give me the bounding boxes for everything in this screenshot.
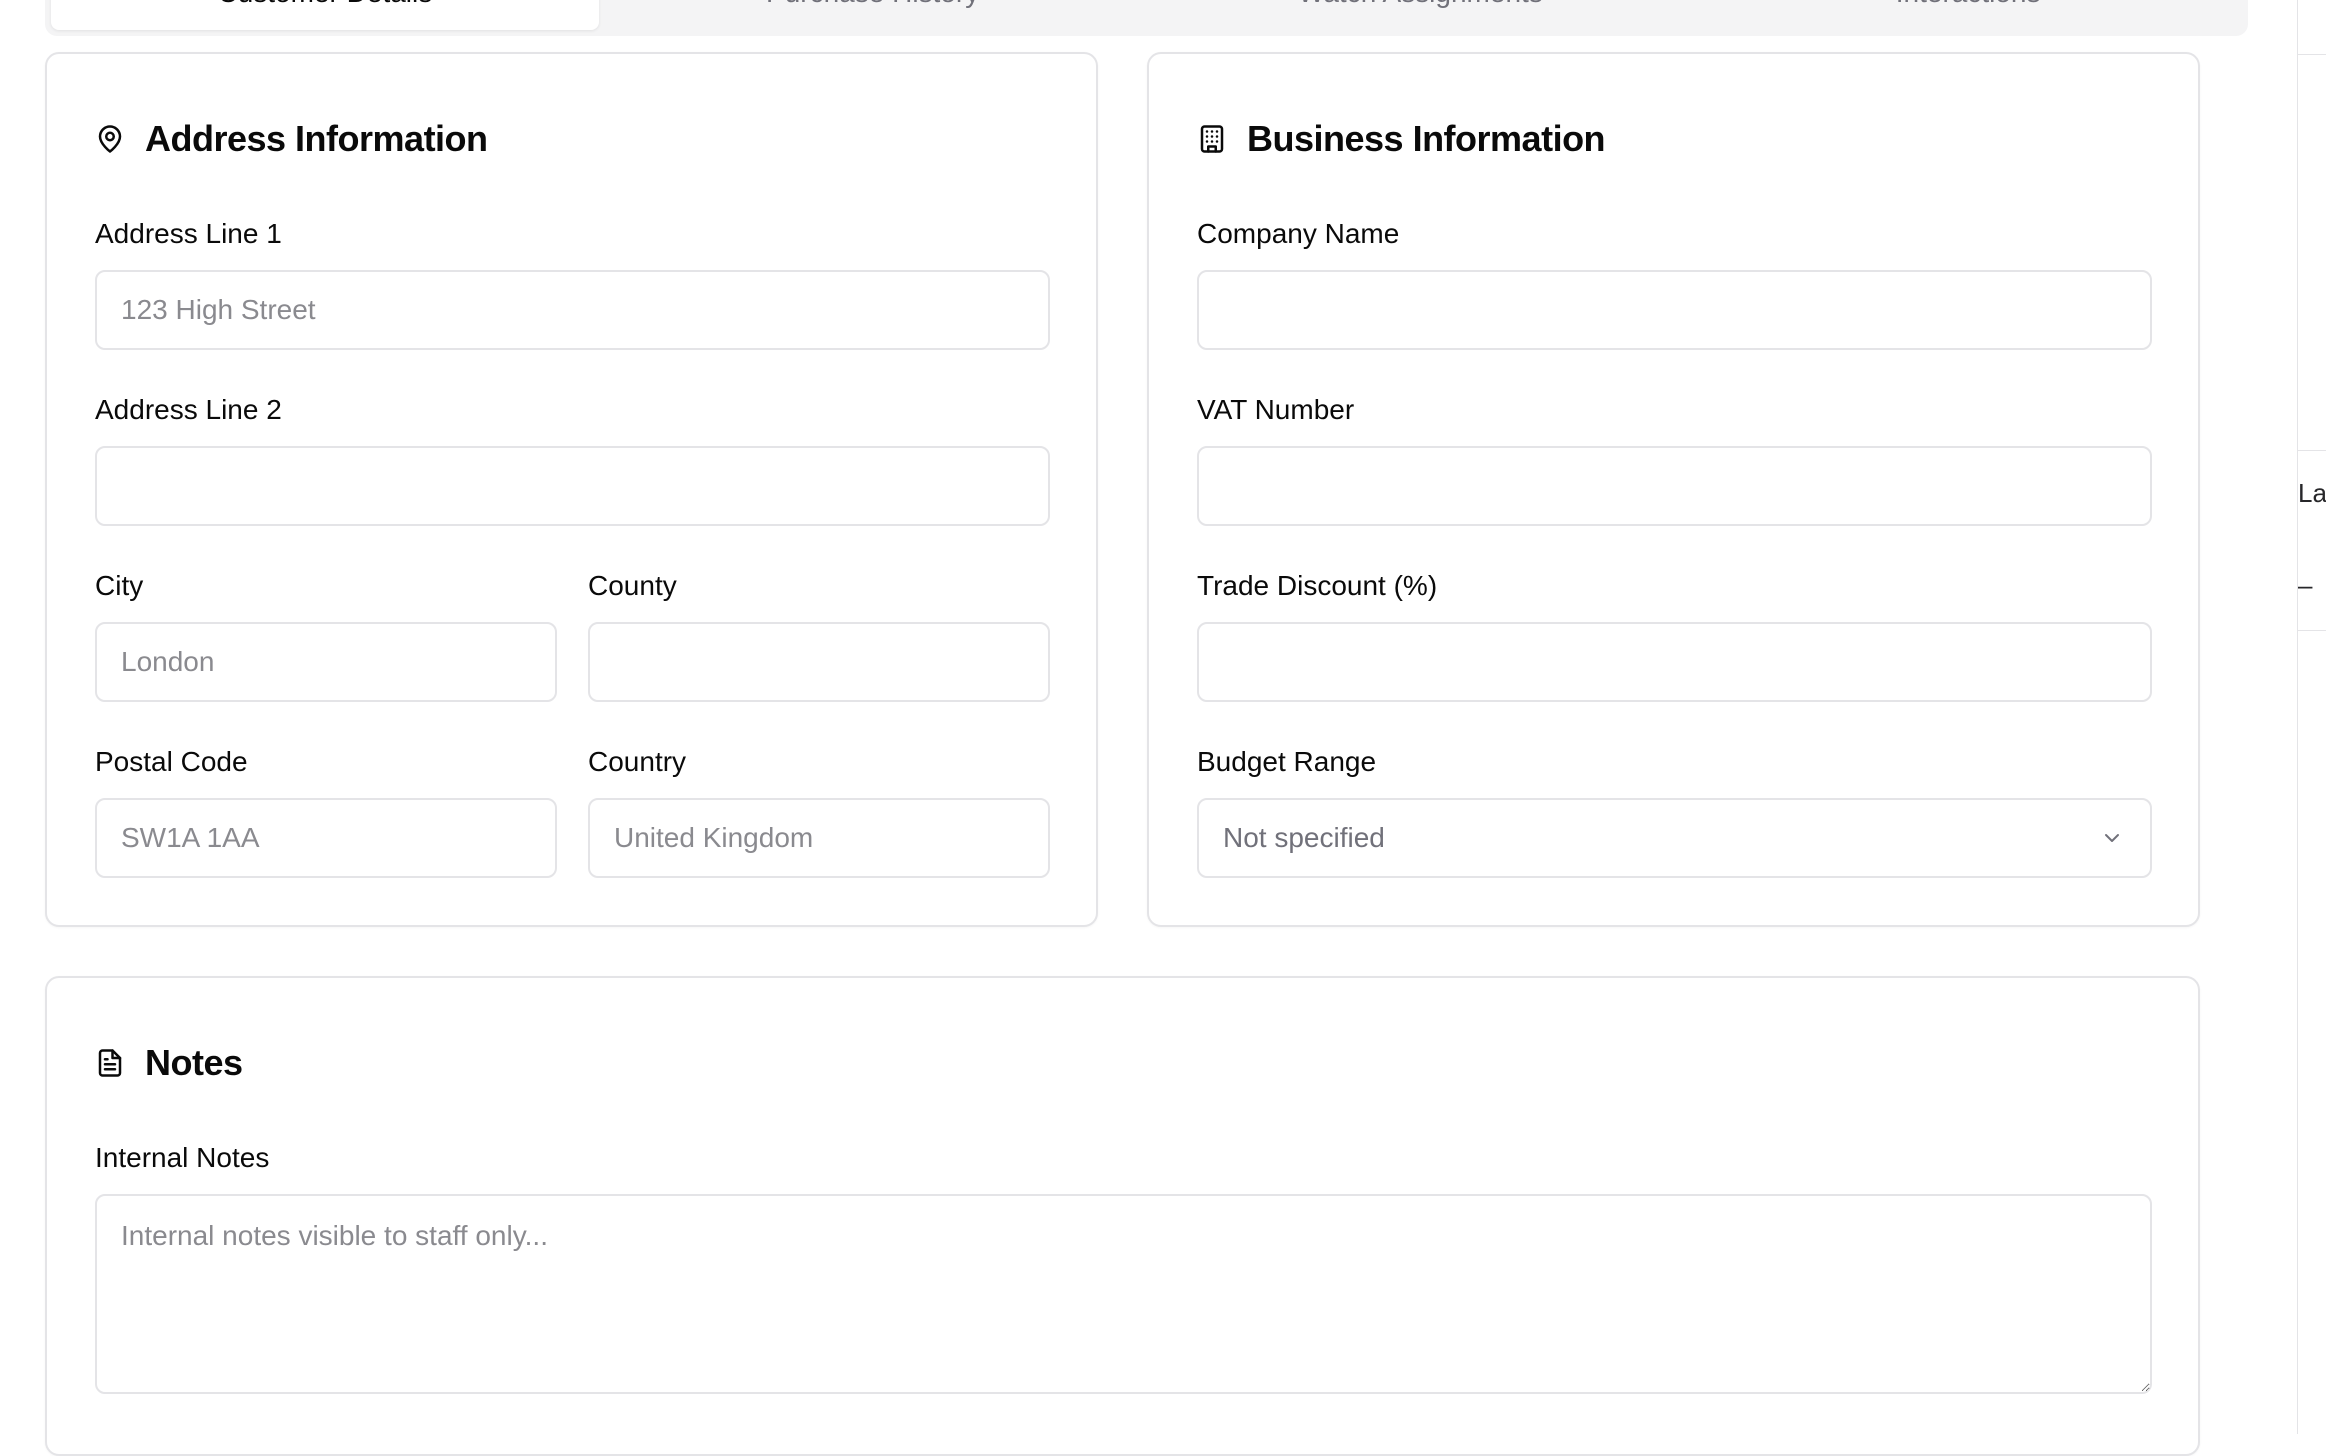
budget-range-label: Budget Range xyxy=(1197,746,1377,777)
company-name-label: Company Name xyxy=(1197,218,1400,249)
budget-range-select[interactable]: Not specified xyxy=(1197,798,2152,878)
address-line2-input[interactable] xyxy=(95,446,1050,526)
postal-code-label: Postal Code xyxy=(95,746,248,777)
country-input[interactable] xyxy=(588,798,1050,878)
tab-watch-assignments[interactable]: Watch Assignments xyxy=(1147,0,1695,30)
side-panel-text: – xyxy=(2298,570,2313,600)
card-heading: Notes xyxy=(145,1042,243,1083)
trade-discount-label: Trade Discount (%) xyxy=(1197,570,1438,601)
county-input[interactable] xyxy=(588,622,1050,702)
vat-number-input[interactable] xyxy=(1197,446,2152,526)
tab-purchase-history[interactable]: Purchase History xyxy=(599,0,1147,30)
vat-number-label: VAT Number xyxy=(1197,394,1355,425)
divider xyxy=(2298,630,2326,631)
address-card: Address Information Address Line 1 Addre… xyxy=(45,52,1098,927)
city-label: City xyxy=(95,570,144,601)
side-panel-edge: La – xyxy=(2297,0,2326,1434)
budget-range-value: Not specified xyxy=(1223,822,1385,853)
trade-discount-input[interactable] xyxy=(1197,622,2152,702)
internal-notes-label: Internal Notes xyxy=(95,1142,270,1173)
country-label: Country xyxy=(588,746,687,777)
address-line2-label: Address Line 2 xyxy=(95,394,282,425)
card-heading: Address Information xyxy=(145,118,488,159)
address-card-title: Address Information xyxy=(95,118,488,160)
city-input[interactable] xyxy=(95,622,557,702)
internal-notes-textarea[interactable] xyxy=(95,1194,2152,1394)
county-label: County xyxy=(588,570,677,601)
business-card-title: Business Information xyxy=(1197,118,1606,160)
notes-card: Notes Internal Notes xyxy=(45,976,2200,1456)
tab-interactions[interactable]: Interactions xyxy=(1694,0,2242,30)
side-panel-text: La xyxy=(2298,478,2326,508)
map-pin-icon xyxy=(98,125,122,153)
tab-customer-details[interactable]: Customer Details xyxy=(51,0,599,30)
chevron-down-icon xyxy=(2105,834,2119,842)
address-line1-label: Address Line 1 xyxy=(95,218,282,249)
notes-card-title: Notes xyxy=(95,1042,243,1084)
building-icon xyxy=(1200,125,1224,153)
tab-list: Customer Details Purchase History Watch … xyxy=(45,0,2248,36)
business-card: Business Information Company Name VAT Nu… xyxy=(1147,52,2200,927)
postal-code-input[interactable] xyxy=(95,798,557,878)
address-line1-input[interactable] xyxy=(95,270,1050,350)
divider xyxy=(2298,54,2326,55)
file-text-icon xyxy=(98,1049,122,1077)
divider xyxy=(2298,450,2326,451)
company-name-input[interactable] xyxy=(1197,270,2152,350)
card-heading: Business Information xyxy=(1247,118,1606,159)
